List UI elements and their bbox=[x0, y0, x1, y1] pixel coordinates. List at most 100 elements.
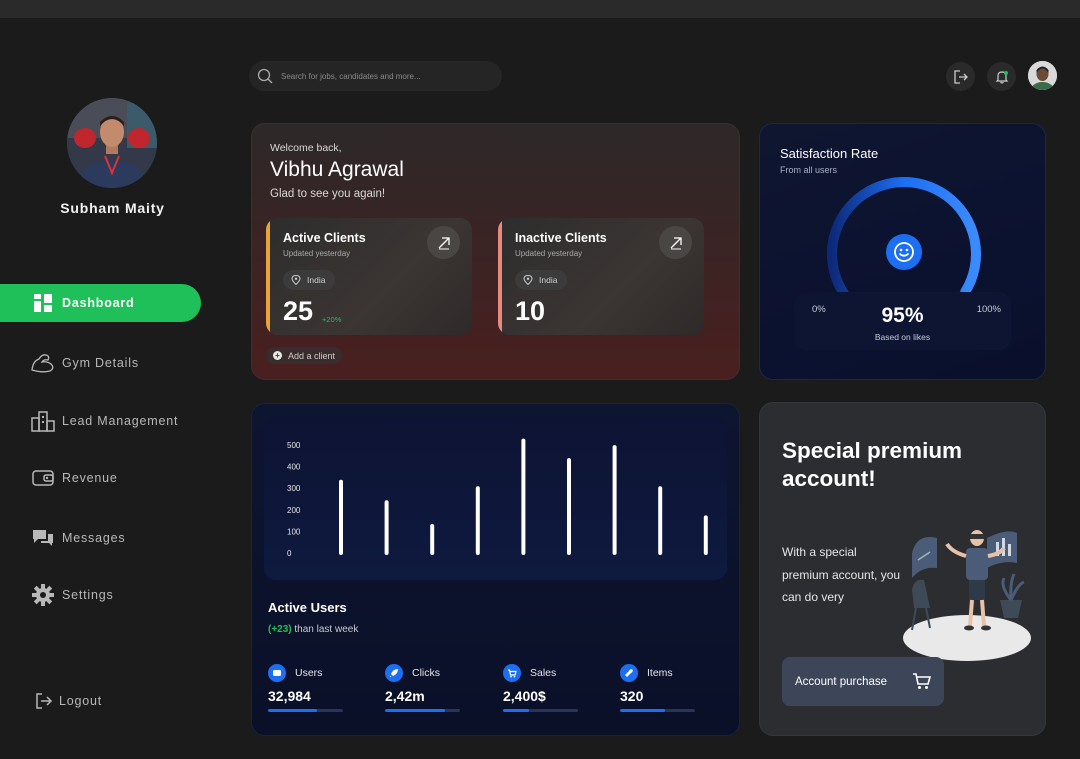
rocket-icon bbox=[385, 664, 403, 682]
bar-chart-panel: 500 400 300 200 100 0 bbox=[264, 416, 727, 580]
signout-button[interactable] bbox=[946, 62, 975, 91]
stat-delta: +20% bbox=[322, 315, 342, 324]
user-avatar[interactable] bbox=[1028, 61, 1057, 90]
wallet-icon bbox=[268, 664, 286, 682]
search-bar[interactable] bbox=[249, 61, 502, 91]
location-pin-icon bbox=[523, 275, 533, 285]
active-users-delta: (+23) bbox=[268, 624, 292, 635]
arrow-up-right-icon bbox=[670, 236, 682, 249]
buildings-icon bbox=[30, 410, 56, 432]
y-tick-label: 500 bbox=[287, 441, 301, 450]
metric-label: Clicks bbox=[412, 667, 440, 679]
metric-value: 32,984 bbox=[268, 688, 311, 704]
wrench-icon bbox=[620, 664, 638, 682]
stat-updated: Updated yesterday bbox=[515, 249, 583, 258]
sidebar-item-label: Lead Management bbox=[62, 414, 179, 428]
metric-progress bbox=[620, 709, 695, 712]
location-pill[interactable]: India bbox=[515, 270, 568, 290]
plus-icon: + bbox=[273, 351, 282, 360]
metric-progress bbox=[268, 709, 343, 712]
logout-label: Logout bbox=[59, 694, 103, 708]
cart-icon bbox=[913, 673, 932, 689]
metric-progress-fill bbox=[385, 709, 445, 712]
metric-value: 2,42m bbox=[385, 688, 425, 704]
metric-progress-fill bbox=[503, 709, 530, 712]
add-client-button[interactable]: + Add a client bbox=[266, 347, 343, 364]
bell-icon bbox=[995, 70, 1008, 84]
welcome-user-name: Vibhu Agrawal bbox=[270, 158, 404, 181]
notifications-button[interactable] bbox=[987, 62, 1016, 91]
location-label: India bbox=[539, 275, 558, 285]
premium-description: With a special premium account, you can … bbox=[782, 545, 901, 604]
metric-progress-fill bbox=[620, 709, 665, 712]
wallet-icon bbox=[30, 467, 56, 489]
stat-value: 10 bbox=[515, 296, 546, 326]
open-details-button[interactable] bbox=[659, 226, 692, 259]
add-client-label: Add a client bbox=[288, 350, 336, 361]
active-users-title: Active Users bbox=[268, 600, 347, 615]
inactive-clients-card[interactable]: Inactive Clients Updated yesterday India… bbox=[498, 218, 704, 335]
metric-label: Users bbox=[295, 667, 323, 679]
sidebar-item-label: Settings bbox=[62, 588, 114, 602]
location-pill[interactable]: India bbox=[283, 270, 336, 290]
y-tick-label: 400 bbox=[287, 463, 301, 472]
chat-icon bbox=[30, 527, 56, 549]
active-users-card: 500 400 300 200 100 0 Active Users (+23) than… bbox=[251, 403, 740, 736]
open-details-button[interactable] bbox=[427, 226, 460, 259]
active-users-subtitle: (+23) than last week bbox=[268, 624, 358, 635]
dashboard-app: Subham Maity Dashboard Gym Details Lead … bbox=[0, 18, 1080, 759]
account-purchase-button[interactable]: Account purchase bbox=[782, 657, 944, 706]
metric-clicks: Clicks 2,42m bbox=[385, 664, 485, 712]
vr-user-illustration bbox=[903, 530, 1031, 661]
search-input[interactable] bbox=[281, 71, 481, 81]
active-users-period: than last week bbox=[294, 624, 359, 635]
sidebar-item-revenue[interactable]: Revenue bbox=[0, 459, 118, 497]
account-purchase-label: Account purchase bbox=[795, 675, 888, 688]
accent-bar bbox=[266, 218, 270, 335]
metric-sales: Sales 2,400$ bbox=[503, 664, 603, 712]
logout-button[interactable]: Logout bbox=[0, 686, 102, 716]
sidebar-item-label: Gym Details bbox=[62, 356, 139, 370]
metric-items: Items 320 bbox=[620, 664, 720, 712]
sidebar-item-dashboard[interactable]: Dashboard bbox=[0, 284, 201, 322]
sidebar-item-label: Revenue bbox=[62, 471, 118, 485]
sidebar-item-lead-management[interactable]: Lead Management bbox=[0, 402, 178, 440]
y-tick-label: 300 bbox=[287, 484, 301, 493]
search-icon bbox=[257, 68, 273, 84]
logout-icon bbox=[33, 691, 55, 711]
sidebar-item-label: Dashboard bbox=[62, 296, 135, 310]
window-top-strip bbox=[0, 0, 1080, 18]
stat-value: 25 bbox=[283, 296, 314, 326]
metric-label: Items bbox=[647, 667, 673, 679]
exit-icon bbox=[953, 69, 968, 84]
profile-avatar[interactable] bbox=[67, 98, 157, 188]
sidebar-item-settings[interactable]: Settings bbox=[0, 576, 114, 614]
sidebar-item-messages[interactable]: Messages bbox=[0, 519, 125, 557]
premium-account-card: Special premium account! With a special … bbox=[759, 402, 1046, 736]
metric-users: Users 32,984 bbox=[268, 664, 368, 712]
y-tick-label: 100 bbox=[287, 527, 301, 536]
y-tick-label: 0 bbox=[287, 549, 292, 558]
y-tick-label: 200 bbox=[287, 506, 301, 515]
sidebar-item-label: Messages bbox=[62, 531, 126, 545]
location-pin-icon bbox=[291, 275, 301, 285]
sidebar-item-gym-details[interactable]: Gym Details bbox=[0, 344, 139, 382]
metric-progress bbox=[385, 709, 460, 712]
satisfaction-rate-card: Satisfaction Rate From all users 0% 95% … bbox=[759, 123, 1046, 380]
gauge-max-label: 100% bbox=[976, 304, 1001, 315]
accent-bar bbox=[498, 218, 502, 335]
metric-progress-fill bbox=[268, 709, 317, 712]
metric-value: 320 bbox=[620, 688, 644, 704]
stat-updated: Updated yesterday bbox=[283, 249, 351, 258]
stat-title: Inactive Clients bbox=[515, 231, 607, 245]
cart-icon bbox=[503, 664, 521, 682]
smiley-icon bbox=[886, 234, 922, 270]
welcome-message: Glad to see you again! bbox=[270, 188, 386, 200]
welcome-greeting: Welcome back, bbox=[270, 142, 342, 154]
muscle-icon bbox=[30, 352, 56, 374]
active-users-bar-chart: 500 400 300 200 100 0 bbox=[287, 438, 708, 558]
gauge-readout: 0% 95% 100% Based on likes bbox=[794, 292, 1011, 350]
metric-label: Sales bbox=[530, 667, 557, 679]
stat-title: Active Clients bbox=[283, 231, 366, 245]
active-clients-card[interactable]: Active Clients Updated yesterday India 2… bbox=[266, 218, 472, 335]
